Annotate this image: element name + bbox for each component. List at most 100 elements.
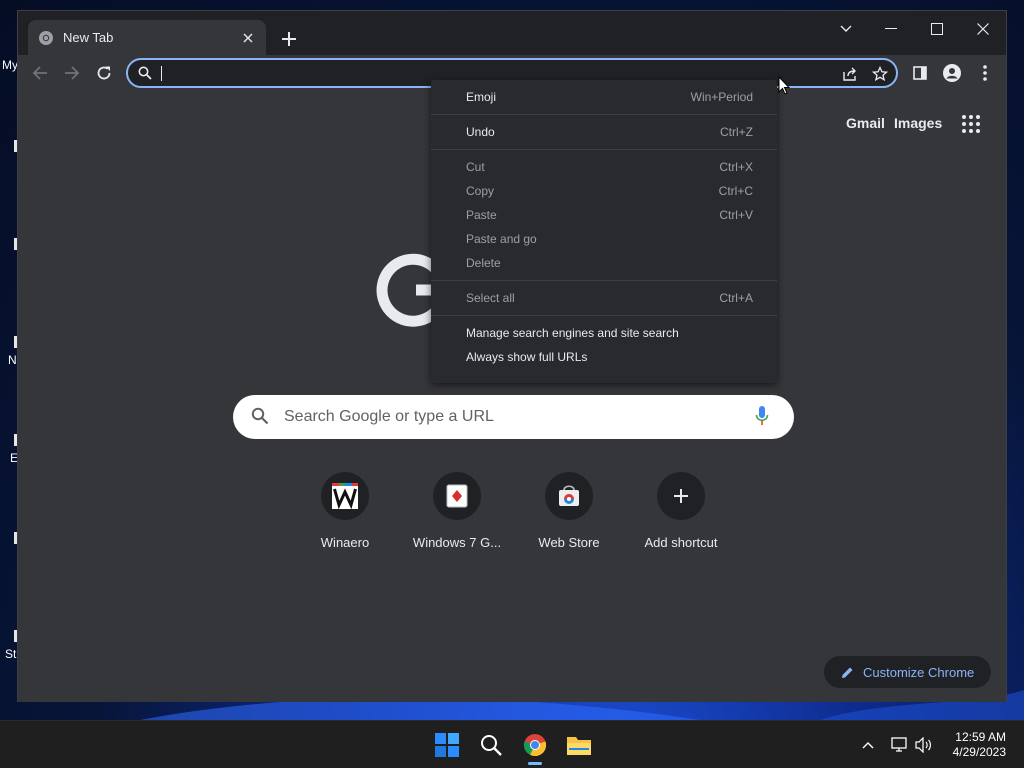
menu-item-cut[interactable]: Cut Ctrl+X xyxy=(431,156,777,178)
google-search-box[interactable]: Search Google or type a URL xyxy=(233,395,794,439)
star-icon xyxy=(872,66,888,82)
menu-item-paste-and-go[interactable]: Paste and go xyxy=(431,228,777,250)
menu-item-shortcut: Ctrl+A xyxy=(719,291,753,305)
google-apps-icon[interactable] xyxy=(962,115,982,135)
volume-button[interactable] xyxy=(914,735,934,755)
minimize-icon xyxy=(885,28,897,29)
start-icon xyxy=(435,733,459,757)
active-app-indicator xyxy=(528,762,542,765)
maximize-icon xyxy=(931,23,943,35)
menu-separator xyxy=(431,315,777,316)
plus-icon xyxy=(674,489,688,503)
tab-title: New Tab xyxy=(63,30,114,45)
chevron-up-icon xyxy=(862,742,874,749)
menu-item-label: Undo xyxy=(466,125,495,139)
search-icon xyxy=(481,735,502,756)
chrome-menu-button[interactable] xyxy=(973,61,997,85)
web-store-icon xyxy=(559,485,579,506)
close-icon xyxy=(977,23,989,35)
title-bar: New Tab xyxy=(18,11,1006,55)
gmail-link[interactable]: Gmail xyxy=(846,115,885,131)
shortcut-tile[interactable]: Windows 7 G... xyxy=(401,464,513,550)
start-button[interactable] xyxy=(430,729,464,761)
shortcut-tile[interactable]: Web Store xyxy=(513,464,625,550)
plus-icon xyxy=(282,32,296,46)
desktop-icon-label[interactable]: N xyxy=(8,353,17,367)
menu-item-label: Copy xyxy=(466,184,495,198)
new-tab-button[interactable] xyxy=(277,27,301,51)
network-button[interactable] xyxy=(890,735,910,755)
tab-new-tab[interactable]: New Tab xyxy=(28,20,266,55)
menu-separator xyxy=(431,149,777,150)
menu-item-paste[interactable]: Paste Ctrl+V xyxy=(431,204,777,226)
system-clock[interactable]: 12:59 AM 4/29/2023 xyxy=(953,730,1006,760)
pencil-icon xyxy=(842,667,853,678)
side-panel-icon xyxy=(913,66,927,80)
menu-item-show-full-urls[interactable]: Always show full URLs xyxy=(431,346,777,368)
menu-item-undo[interactable]: Undo Ctrl+Z xyxy=(431,121,777,143)
menu-item-shortcut: Win+Period xyxy=(690,90,753,104)
images-link[interactable]: Images xyxy=(894,115,942,131)
text-caret xyxy=(161,66,162,81)
taskbar: 12:59 AM 4/29/2023 xyxy=(0,720,1024,768)
share-icon xyxy=(843,67,856,81)
maximize-button[interactable] xyxy=(917,15,957,43)
clock-date: 4/29/2023 xyxy=(952,745,1006,759)
forward-arrow-icon xyxy=(65,66,80,80)
mouse-cursor-icon xyxy=(778,76,790,95)
menu-item-label: Paste xyxy=(466,208,497,222)
chrome-icon xyxy=(523,734,547,757)
tab-close-icon[interactable] xyxy=(240,30,256,46)
menu-item-select-all[interactable]: Select all Ctrl+A xyxy=(431,287,777,309)
show-hidden-icons-button[interactable] xyxy=(858,735,878,755)
menu-separator xyxy=(431,114,777,115)
menu-item-emoji[interactable]: Emoji Win+Period xyxy=(431,86,777,108)
shortcut-label: Windows 7 G... xyxy=(412,535,502,550)
tab-search-button[interactable] xyxy=(826,15,866,43)
search-icon xyxy=(251,407,269,425)
side-panel-button[interactable] xyxy=(908,61,932,85)
add-shortcut-tile[interactable]: Add shortcut xyxy=(625,464,737,550)
back-button[interactable] xyxy=(26,59,54,87)
reload-icon xyxy=(97,66,111,80)
menu-item-label: Cut xyxy=(466,160,485,174)
menu-item-shortcut: Ctrl+X xyxy=(719,160,753,174)
winaero-icon xyxy=(332,483,358,509)
network-icon xyxy=(891,737,907,752)
shortcut-tile[interactable]: Winaero xyxy=(289,464,401,550)
menu-item-copy[interactable]: Copy Ctrl+C xyxy=(431,180,777,202)
solitaire-card-icon xyxy=(446,484,468,508)
menu-item-label: Paste and go xyxy=(466,232,537,246)
menu-item-label: Manage search engines and site search xyxy=(466,326,679,340)
shortcut-label: Winaero xyxy=(320,535,370,550)
taskbar-chrome-button[interactable] xyxy=(518,729,552,761)
taskbar-search-button[interactable] xyxy=(474,729,508,761)
shortcut-icon-circle xyxy=(657,472,705,520)
chrome-favicon-icon xyxy=(38,30,54,46)
menu-item-delete[interactable]: Delete xyxy=(431,252,777,274)
menu-item-manage-search-engines[interactable]: Manage search engines and site search xyxy=(431,322,777,344)
share-button[interactable] xyxy=(839,64,861,84)
close-window-button[interactable] xyxy=(963,15,1003,43)
clock-time: 12:59 AM xyxy=(955,730,1006,744)
reload-button[interactable] xyxy=(90,59,118,87)
bookmark-button[interactable] xyxy=(869,64,891,84)
desktop-icon-label[interactable]: My xyxy=(2,58,18,72)
menu-item-label: Emoji xyxy=(466,90,497,104)
menu-item-label: Always show full URLs xyxy=(466,350,588,364)
menu-item-label: Select all xyxy=(466,291,515,305)
profile-avatar-icon xyxy=(943,64,961,82)
menu-item-shortcut: Ctrl+C xyxy=(718,184,753,198)
shortcut-icon-circle xyxy=(321,472,369,520)
customize-chrome-button[interactable]: Customize Chrome xyxy=(824,656,991,688)
kebab-menu-icon xyxy=(983,65,987,81)
taskbar-explorer-button[interactable] xyxy=(562,729,596,761)
minimize-button[interactable] xyxy=(871,15,911,43)
customize-label: Customize Chrome xyxy=(863,664,975,680)
microphone-icon[interactable] xyxy=(755,406,769,426)
chevron-down-icon xyxy=(840,25,852,32)
menu-item-shortcut: Ctrl+V xyxy=(719,208,753,222)
forward-button[interactable] xyxy=(58,59,86,87)
profile-button[interactable] xyxy=(940,61,964,85)
shortcut-label: Web Store xyxy=(538,535,600,550)
